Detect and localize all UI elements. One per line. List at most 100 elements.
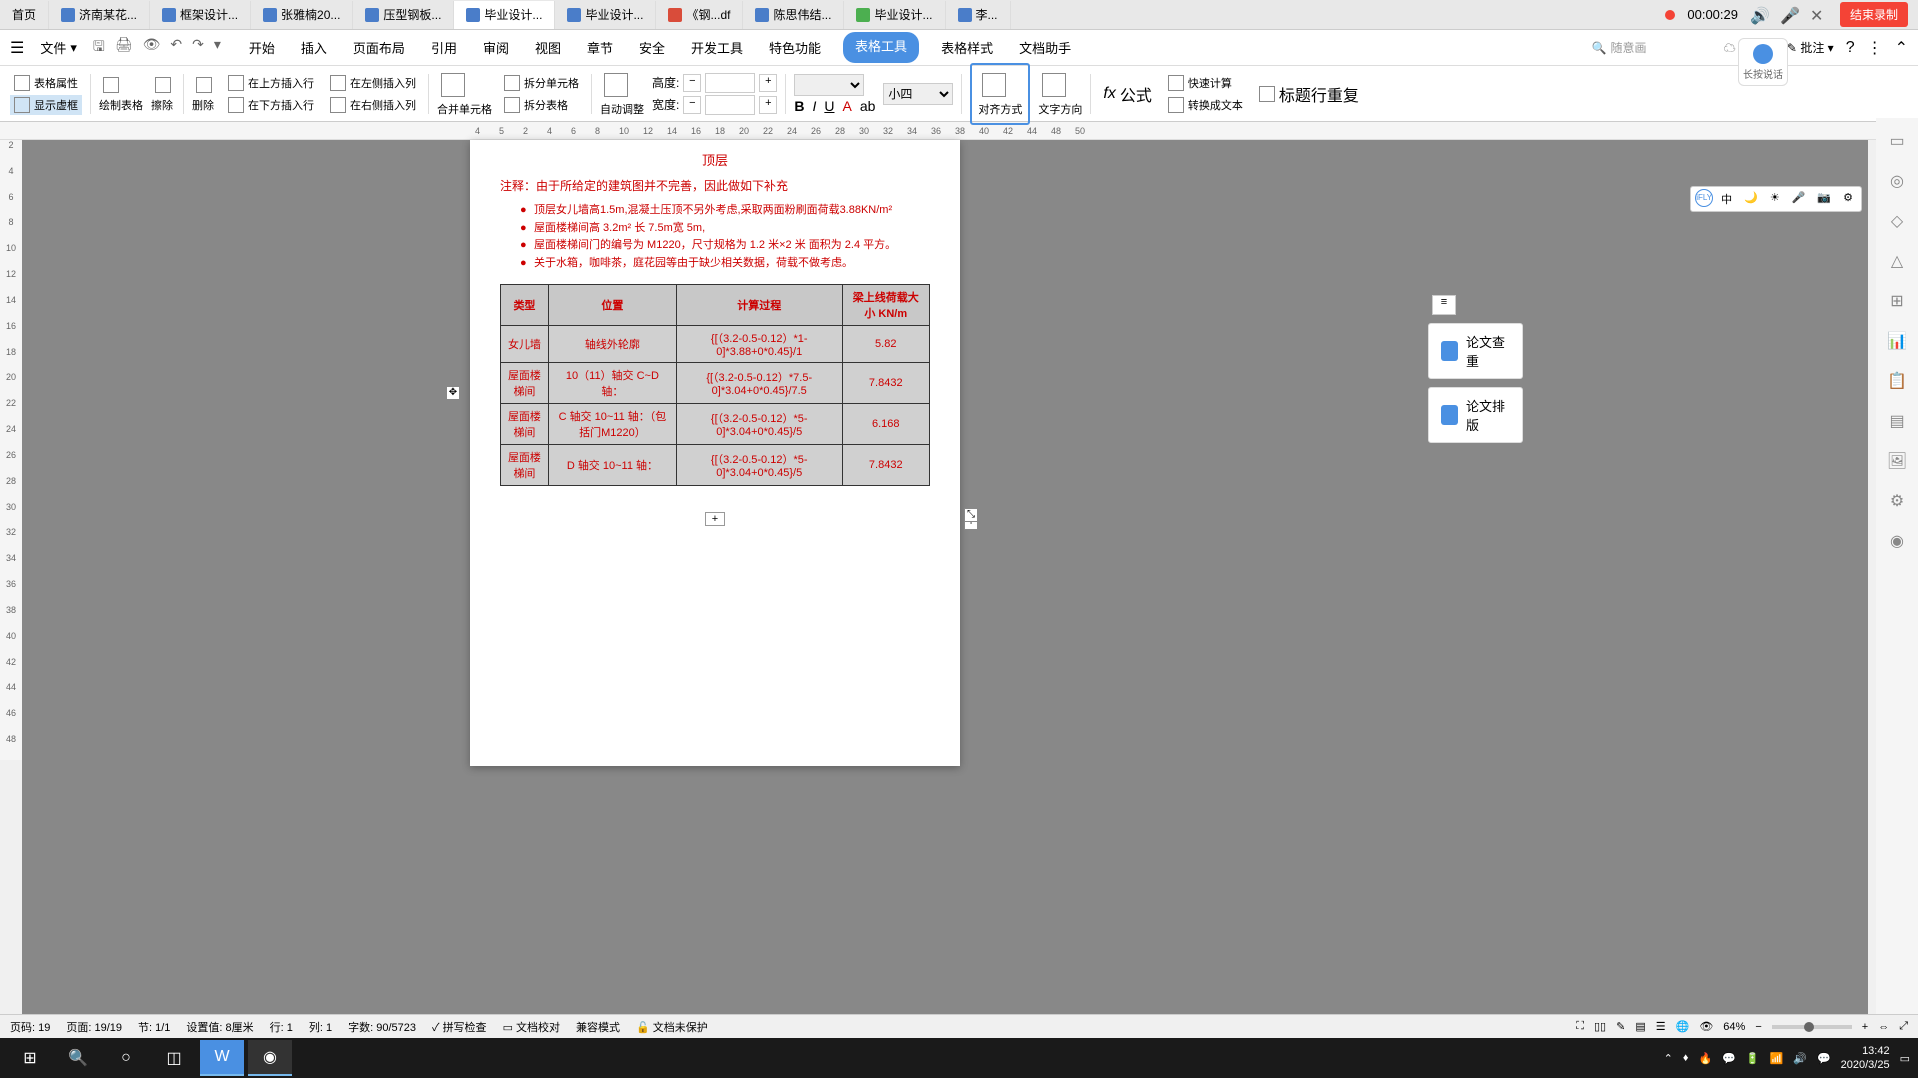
table-header[interactable]: 计算过程 [676,285,842,326]
formula-button[interactable]: fx 公式 [1099,80,1155,108]
screen-recorder-button[interactable]: ◉ [248,1040,292,1076]
outline-view-icon[interactable]: ☰ [1656,1020,1666,1033]
mic-icon[interactable]: 🎤 [1780,6,1798,24]
height-inc-button[interactable]: + [759,74,777,92]
width-dec-button[interactable]: − [683,96,701,114]
layout-icon[interactable]: ▤ [1886,410,1908,432]
page-number[interactable]: 页码: 19 [10,1019,50,1035]
notification-icon[interactable]: 💬 [1817,1052,1831,1065]
insert-col-left-button[interactable]: 在左侧插入列 [326,73,420,93]
edit-mode-icon[interactable]: ✎ [1616,1020,1625,1033]
erase-button[interactable] [151,75,175,95]
tab-layout[interactable]: 页面布局 [349,32,409,63]
highlight-button[interactable]: ab [860,98,876,114]
width-inc-button[interactable]: + [759,96,777,114]
table-props-button[interactable]: 表格属性 [10,73,82,93]
split-cell-button[interactable]: 拆分单元格 [500,73,583,93]
plagiarism-check-button[interactable]: 论文查重 [1428,323,1523,379]
font-color-button[interactable]: A [842,98,851,114]
fit-width-icon[interactable]: ⇔ [1878,1021,1889,1033]
height-dec-button[interactable]: − [683,74,701,92]
tab-doc-6[interactable]: 毕业设计... [555,1,656,29]
annotate-button[interactable]: ✎ 批注 ▾ [1787,39,1834,56]
tab-doc-9[interactable]: 毕业设计... [844,1,945,29]
hamburger-icon[interactable]: ☰ [10,38,24,58]
font-family-select[interactable] [794,74,864,96]
auto-adjust-button[interactable] [600,71,644,99]
speaker-icon[interactable]: 🔊 [1750,6,1768,24]
zoom-value[interactable]: 64% [1723,1021,1745,1033]
reading-view-icon[interactable]: ▯▯ [1594,1020,1606,1033]
width-input[interactable] [705,95,755,115]
show-outline-button[interactable]: 显示虚框 [10,95,82,115]
insert-col-right-button[interactable]: 在右侧插入列 [326,95,420,115]
tab-doc-helper[interactable]: 文档助手 [1015,32,1075,63]
more-menu-icon[interactable]: ⋮ [1867,38,1883,58]
volume-icon[interactable]: 🔊 [1793,1052,1807,1065]
horizontal-ruler[interactable]: 4524681012141618202224262830323436384042… [0,122,1918,140]
delete-button[interactable] [192,75,216,95]
tab-security[interactable]: 安全 [635,32,669,63]
draw-table-button[interactable] [99,75,143,95]
gear-icon[interactable]: ⚙ [1886,490,1908,512]
day-mode-button[interactable]: ☀ [1766,189,1784,209]
lang-button[interactable]: 中 [1717,189,1736,209]
tab-features[interactable]: 特色功能 [765,32,825,63]
tab-table-style[interactable]: 表格样式 [937,32,997,63]
location-icon[interactable]: ◎ [1886,170,1908,192]
tab-chapter[interactable]: 章节 [583,32,617,63]
table-header[interactable]: 梁上线荷载大小 KN/m [842,285,929,326]
page-view-icon[interactable]: ▤ [1635,1020,1645,1033]
insert-row-above-button[interactable]: 在上方插入行 [224,73,318,93]
protection-status[interactable]: 🔓 文档未保护 [636,1019,708,1035]
search-button[interactable]: 🔍 [56,1040,100,1076]
tab-start[interactable]: 开始 [245,32,279,63]
page-count[interactable]: 页面: 19/19 [66,1019,122,1035]
merge-cells-button[interactable] [437,71,492,99]
print-icon[interactable]: 🖨 [115,36,133,60]
align-button[interactable] [978,71,1022,99]
table-move-handle[interactable]: ✥ [446,386,460,400]
tab-devtools[interactable]: 开发工具 [687,32,747,63]
redo-icon[interactable]: ↷ [192,36,204,60]
tray-chevron-icon[interactable]: ⌃ [1664,1052,1673,1065]
zoom-slider[interactable] [1772,1025,1852,1029]
tab-doc-5[interactable]: 毕业设计... [454,1,555,29]
zoom-out-button[interactable]: − [1755,1021,1761,1033]
action-center-icon[interactable]: ▭ [1900,1052,1910,1065]
chart-icon[interactable]: 📊 [1886,330,1908,352]
table-header[interactable]: 位置 [548,285,676,326]
settings-button[interactable]: ⚙ [1839,189,1857,209]
eye-protect-icon[interactable]: 👁 [1699,1020,1713,1033]
stop-record-button[interactable]: 结束录制 [1840,2,1908,27]
split-table-button[interactable]: 拆分表格 [500,95,583,115]
tab-doc-2[interactable]: 框架设计... [150,1,251,29]
font-size-select[interactable]: 小四 [883,83,953,105]
system-clock[interactable]: 13:42 2020/3/25 [1841,1044,1890,1073]
image-icon[interactable]: 🖼 [1886,450,1908,472]
bold-button[interactable]: B [794,98,804,114]
grid-icon[interactable]: ⊞ [1886,290,1908,312]
tab-doc-8[interactable]: 陈思伟结... [743,1,844,29]
battery-icon[interactable]: 🔋 [1746,1052,1760,1065]
tab-view[interactable]: 视图 [531,32,565,63]
shapes-icon[interactable]: △ [1886,250,1908,272]
voice-input-widget[interactable]: 长按说话 [1738,38,1788,86]
ifly-icon[interactable]: iFLY [1695,189,1713,207]
undo-icon[interactable]: ↶ [170,36,182,60]
night-mode-button[interactable]: 🌙 [1740,189,1762,209]
tab-home[interactable]: 首页 [0,1,49,29]
to-text-button[interactable]: 转换成文本 [1164,95,1247,115]
collapse-panel-button[interactable]: ≡ [1432,295,1456,315]
fast-calc-button[interactable]: 快速计算 [1164,73,1247,93]
tab-doc-3[interactable]: 张雅楠20... [251,1,353,29]
proofread-button[interactable]: ▭ 文档校对 [503,1019,560,1035]
section-count[interactable]: 节: 1/1 [138,1019,170,1035]
link-icon[interactable]: ◇ [1886,210,1908,232]
task-view-button[interactable]: ◫ [152,1040,196,1076]
thesis-format-button[interactable]: 论文排版 [1428,387,1523,443]
add-row-button[interactable]: + [705,512,725,526]
wps-app-button[interactable]: W [200,1040,244,1076]
camera-button[interactable]: 📷 [1813,189,1835,209]
tray-icon[interactable]: 🔥 [1698,1052,1712,1065]
